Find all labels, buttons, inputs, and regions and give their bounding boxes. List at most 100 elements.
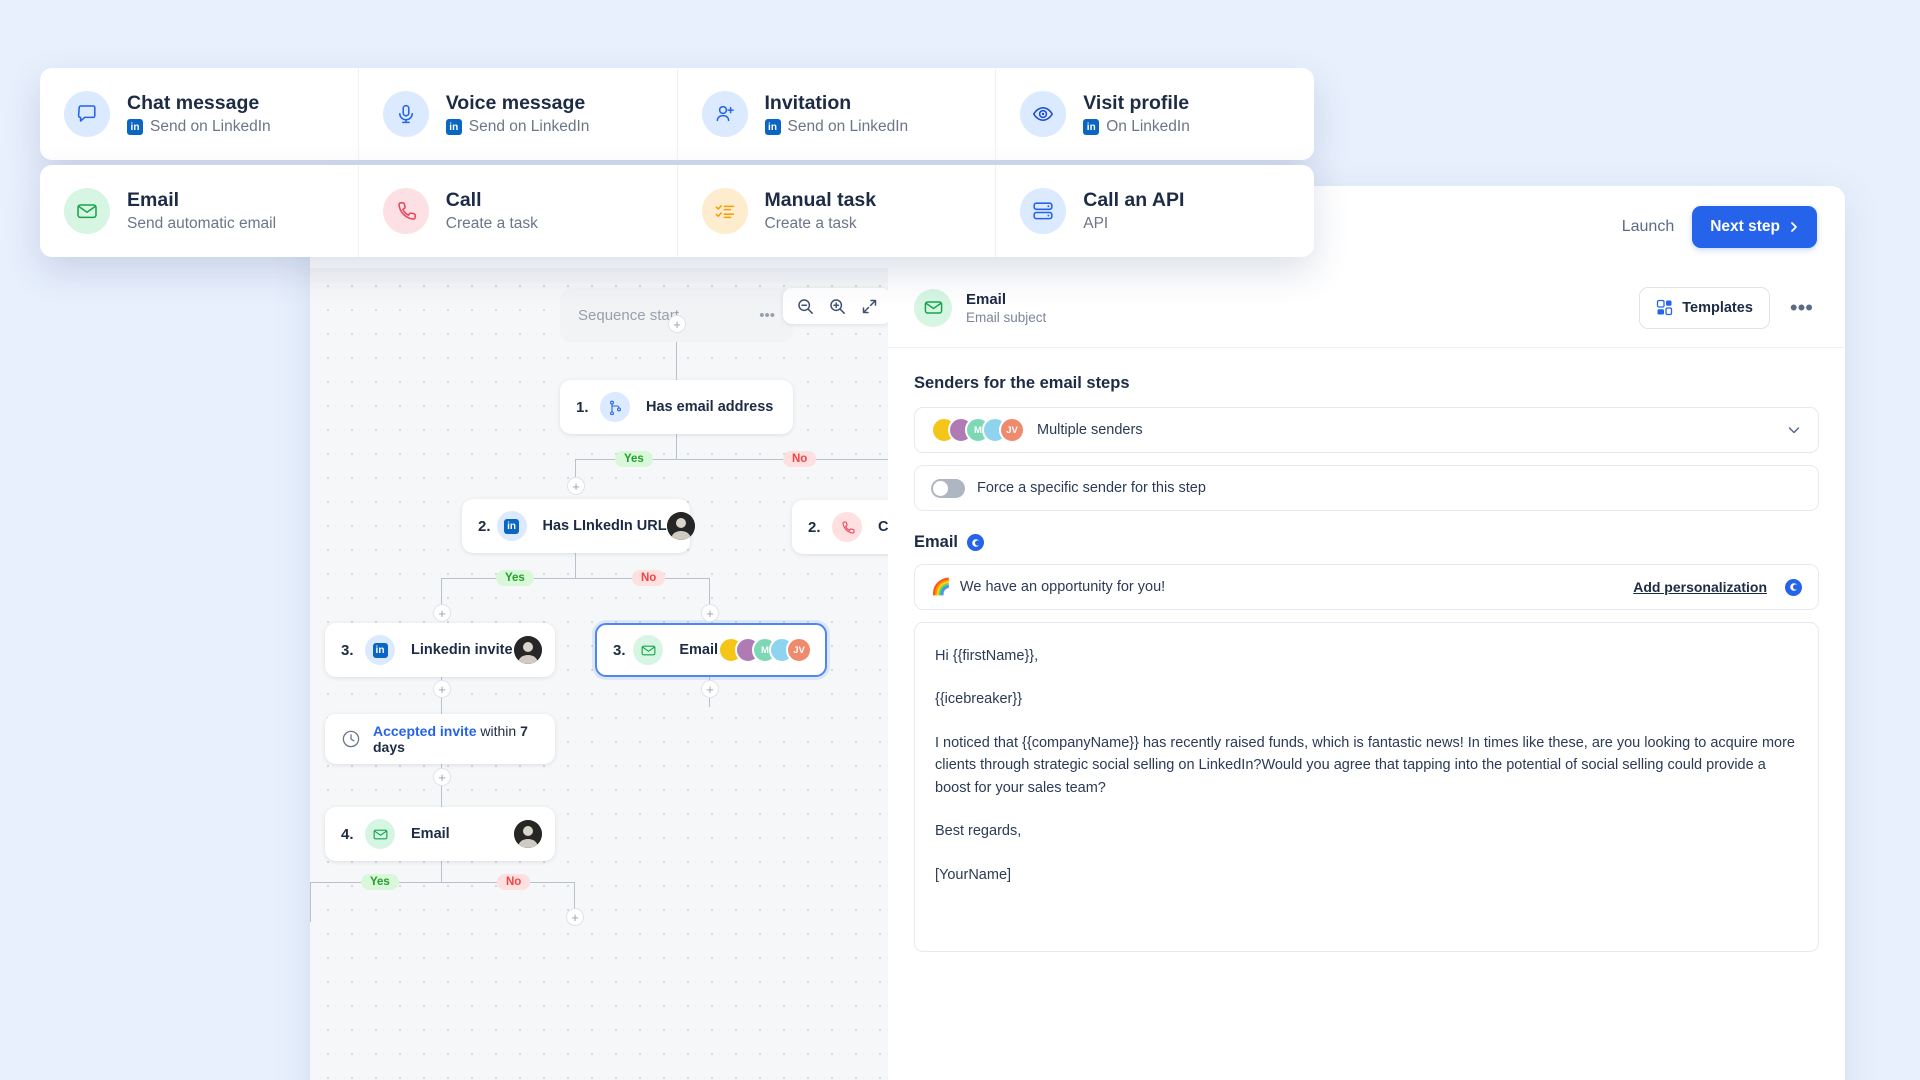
ai-icon[interactable]	[1785, 578, 1802, 596]
palette-card-title: Voice message	[445, 91, 586, 114]
palette-card-call-an-api[interactable]: Call an API API	[996, 165, 1314, 257]
detail-header: Email Email subject Templates •••	[888, 268, 1845, 348]
step-detail-panel: Email Email subject Templates ••• Sender…	[888, 268, 1845, 1080]
app-window: Launch Next step Sequence start ••• + 1.…	[310, 186, 1845, 1080]
connector	[676, 434, 678, 460]
envelope-icon	[914, 288, 952, 327]
branch-label-yes: Yes	[496, 570, 534, 586]
rainbow-emoji-icon: 🌈	[931, 579, 951, 596]
palette-card-text: Chat message in Send on LinkedIn	[127, 92, 271, 136]
node-label: Email	[411, 826, 450, 842]
force-sender-row[interactable]: Force a specific sender for this step	[914, 465, 1819, 511]
ellipsis-icon[interactable]: •••	[1784, 295, 1819, 321]
add-step-button[interactable]: +	[433, 680, 451, 698]
flow-node-2-linkedin[interactable]: 2. in Has LInkedIn URL	[462, 499, 695, 553]
flow-node-3-email[interactable]: 3. Email M JV	[595, 623, 827, 677]
node-label: Linkedin invite	[411, 642, 513, 658]
palette-card-text: Invitation in Send on LinkedIn	[764, 92, 909, 136]
palette-card-title: Call	[445, 188, 482, 211]
avatar	[666, 512, 695, 540]
connector	[575, 553, 577, 578]
ai-icon[interactable]	[967, 534, 985, 551]
flow-node-2-coldcall[interactable]: 2. Cold Call	[792, 500, 888, 554]
linkedin-icon: in	[365, 635, 395, 665]
add-step-button[interactable]: +	[668, 315, 686, 333]
add-step-button[interactable]: +	[701, 604, 719, 622]
branch-label-no: No	[783, 451, 817, 467]
node-label: Has LInkedIn URL	[542, 518, 667, 534]
palette-card-call[interactable]: Call Create a task	[359, 165, 678, 257]
palette-card-subtitle: in Send on LinkedIn	[764, 118, 909, 136]
force-sender-toggle[interactable]	[931, 478, 965, 498]
envelope-icon	[365, 819, 395, 849]
palette-row-linkedin: Chat message in Send on LinkedIn Voice m…	[40, 68, 1314, 160]
palette-card-visit-profile[interactable]: Visit profile in On LinkedIn	[996, 68, 1314, 160]
flow-canvas[interactable]: Sequence start ••• + 1. Has email addres…	[310, 268, 888, 1080]
palette-card-text: Voice message in Send on LinkedIn	[445, 91, 589, 136]
palette-card-voice-message[interactable]: Voice message in Send on LinkedIn	[359, 68, 678, 160]
expand-icon[interactable]	[855, 292, 883, 320]
add-step-button[interactable]: +	[567, 477, 585, 495]
node-index: 3.	[341, 641, 354, 659]
email-body-paragraph: Best regards,	[935, 823, 1022, 840]
templates-button[interactable]: Templates	[1639, 286, 1770, 329]
node-label: Cold Call	[878, 519, 888, 535]
palette-card-subtitle-text: Send on LinkedIn	[150, 118, 271, 136]
add-step-button[interactable]: +	[701, 680, 719, 698]
palette-card-subtitle-text: On LinkedIn	[1106, 118, 1190, 136]
linkedin-icon: in	[445, 119, 462, 136]
flow-node-4-email[interactable]: 4. Email	[325, 807, 555, 861]
add-step-button[interactable]: +	[433, 604, 451, 622]
avatar	[514, 820, 542, 848]
palette-card-subtitle: in Send on LinkedIn	[127, 118, 271, 136]
branch-label-no: No	[632, 570, 666, 586]
node-index: 2.	[478, 517, 491, 535]
zoom-in-icon[interactable]	[823, 292, 851, 320]
zoom-controls	[783, 288, 888, 324]
node-label: Email	[679, 642, 718, 658]
sender-select[interactable]: M JV Multiple senders	[914, 407, 1819, 453]
detail-subtitle: Email subject	[966, 309, 1047, 325]
wait-node-condition: Accepted invite	[373, 723, 477, 739]
branch-icon	[600, 392, 630, 422]
email-body-editor[interactable]: Hi {{firstName}}, {{icebreaker}} I notic…	[914, 622, 1819, 952]
palette-card-title: Visit profile	[1083, 91, 1190, 114]
next-step-button[interactable]: Next step	[1692, 206, 1817, 248]
palette-card-title: Email	[127, 188, 180, 211]
ellipsis-icon[interactable]: •••	[759, 307, 775, 324]
palette-card-invitation[interactable]: Invitation in Send on LinkedIn	[678, 68, 997, 160]
node-index: 2.	[808, 518, 821, 536]
flow-node-3-invite[interactable]: 3. in Linkedin invite	[325, 623, 555, 677]
add-personalization-button[interactable]: Add personalization	[1633, 579, 1767, 595]
palette-card-email[interactable]: Email Send automatic email	[40, 165, 359, 257]
avatar	[514, 636, 542, 664]
flow-node-1[interactable]: 1. Has email address	[560, 380, 793, 434]
add-step-button[interactable]: +	[566, 908, 584, 926]
palette-card-chat-message[interactable]: Chat message in Send on LinkedIn	[40, 68, 359, 160]
envelope-icon	[633, 635, 664, 665]
palette-card-subtitle-text: Send on LinkedIn	[787, 118, 909, 136]
detail-title: Email	[966, 290, 1007, 308]
email-subject-field[interactable]: 🌈 We have an opportunity for you! Add pe…	[914, 564, 1819, 610]
connector	[310, 882, 575, 884]
checklist-icon	[701, 188, 748, 234]
microphone-icon	[382, 91, 429, 137]
chevron-down-icon[interactable]	[1786, 422, 1802, 438]
add-step-button[interactable]: +	[433, 768, 451, 786]
chevron-right-icon	[1789, 221, 1799, 233]
screen: Launch Next step Sequence start ••• + 1.…	[0, 0, 1920, 1080]
palette-row-other: Email Send automatic email Call Create a…	[40, 165, 1314, 257]
wait-condition-node[interactable]: Accepted invite within 7 days	[325, 714, 555, 764]
palette-card-subtitle-text: API	[1083, 215, 1109, 233]
zoom-out-icon[interactable]	[791, 292, 819, 320]
palette-card-text: Email Send automatic email	[127, 189, 276, 233]
sender-avatar-stack: M JV	[718, 637, 812, 663]
palette-card-manual-task[interactable]: Manual task Create a task	[678, 165, 997, 257]
action-palette: Chat message in Send on LinkedIn Voice m…	[40, 68, 1314, 257]
palette-card-text: Call an API API	[1083, 189, 1184, 233]
palette-card-subtitle-text: Send automatic email	[127, 215, 277, 233]
templates-label: Templates	[1682, 299, 1753, 316]
palette-card-subtitle-text: Create a task	[445, 215, 538, 233]
connector	[441, 861, 443, 883]
branch-label-yes: Yes	[615, 451, 653, 467]
